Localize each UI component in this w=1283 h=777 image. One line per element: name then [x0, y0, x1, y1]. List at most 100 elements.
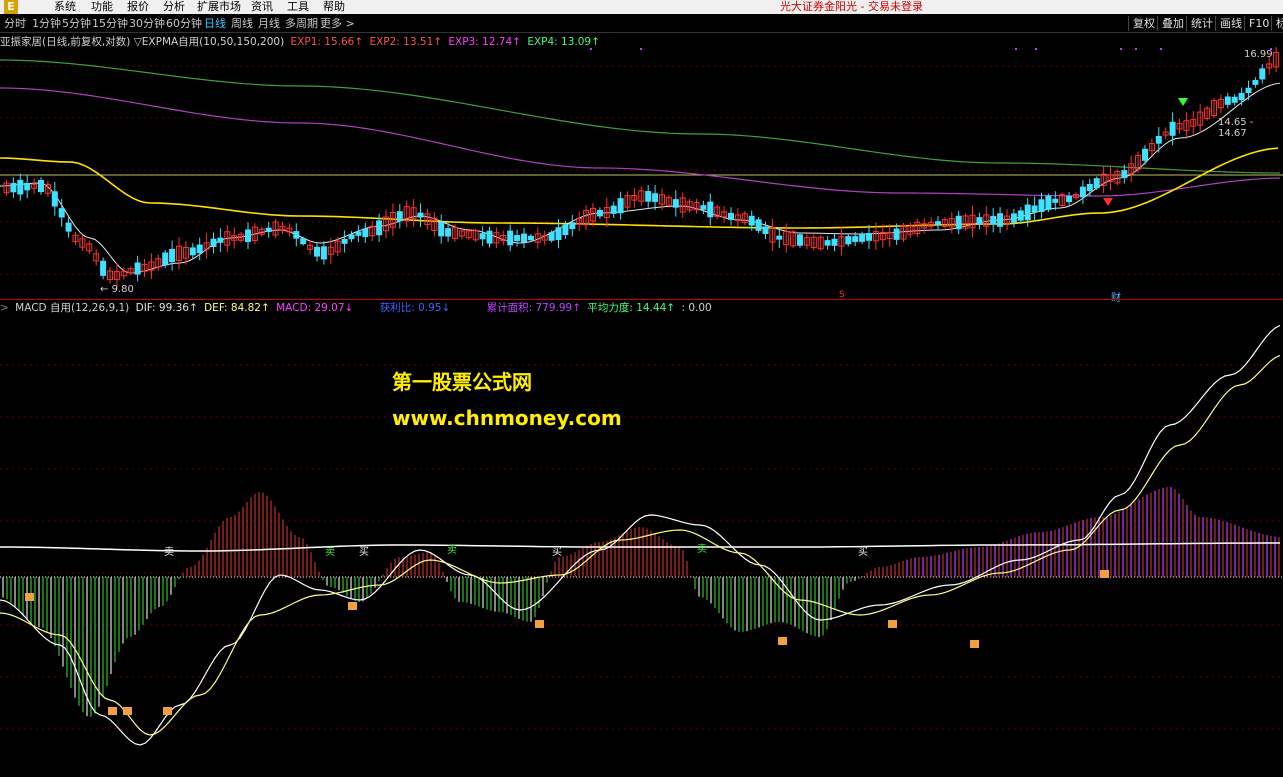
candle-down: [1238, 92, 1245, 101]
candle-down: [1066, 195, 1073, 203]
tab-5min[interactable]: 5分钟: [62, 16, 91, 31]
candle-down: [300, 238, 307, 245]
low-price-label: ← 9.80: [100, 284, 134, 295]
green-arrow-icon: [1178, 98, 1188, 106]
f10-button[interactable]: F10: [1244, 16, 1273, 31]
average-force-value: 平均力度: 14.44↑: [587, 302, 676, 314]
candle-down: [417, 212, 424, 218]
candle-down: [548, 232, 555, 241]
tab-multi-period[interactable]: 多周期: [285, 16, 318, 31]
candle-down: [479, 233, 486, 240]
tab-daily[interactable]: 日线: [204, 16, 226, 31]
menu-quote[interactable]: 报价: [127, 0, 149, 14]
candle-down: [617, 198, 624, 214]
tab-weekly[interactable]: 周线: [231, 16, 253, 31]
red-arrow-icon: [1103, 198, 1113, 206]
candle-down: [728, 212, 734, 220]
menubar: E 系统 功能 报价 分析 扩展市场 资讯 工具 帮助 光大证券金阳光 - 交易…: [0, 0, 1283, 14]
sell-signal-4: 卖: [697, 544, 707, 555]
menu-extended-market[interactable]: 扩展市场: [197, 0, 241, 14]
candle-down: [976, 217, 983, 225]
candle-down: [1031, 205, 1038, 213]
ema-10-line: [0, 82, 1281, 274]
kline-chart[interactable]: [0, 38, 1283, 300]
signal-baseline: [0, 542, 1281, 552]
money-bag-icon: [970, 640, 979, 648]
fuquan-button[interactable]: 复权: [1128, 16, 1159, 31]
candle-down: [486, 230, 493, 244]
candle-down: [1259, 68, 1266, 80]
buy-signal-2: 买: [552, 547, 562, 558]
draw-line-button[interactable]: 画线: [1215, 16, 1246, 31]
panel-divider[interactable]: [0, 299, 1283, 300]
watermark-url[interactable]: www.chnmoney.com: [392, 406, 622, 430]
app-logo-icon[interactable]: E: [4, 0, 18, 14]
money-bag-icon: [108, 707, 117, 715]
candle-down: [65, 222, 72, 232]
candle-down: [762, 226, 769, 235]
menu-news[interactable]: 资讯: [251, 0, 273, 14]
tab-30min[interactable]: 30分钟: [129, 16, 165, 31]
menu-function[interactable]: 功能: [91, 0, 113, 14]
candle-down: [852, 236, 859, 242]
candle-down: [1010, 213, 1017, 223]
candle-down: [362, 228, 369, 238]
marker-dot: [1035, 48, 1037, 50]
buy-signal-3: 买: [858, 547, 868, 558]
tab-60min[interactable]: 60分钟: [166, 16, 202, 31]
chevron-right-icon[interactable]: >: [0, 302, 9, 314]
tab-15min[interactable]: 15分钟: [92, 16, 128, 31]
def-value: DEF: 84.82↑: [204, 302, 270, 314]
mark-button[interactable]: 标: [1271, 16, 1283, 31]
marker-finance[interactable]: 财: [1111, 289, 1121, 304]
candle-down: [1121, 170, 1128, 179]
candle-down: [562, 224, 569, 236]
candle-down: [755, 219, 762, 231]
candle-down: [610, 205, 617, 214]
candle-down: [990, 215, 997, 225]
candle-down: [652, 193, 659, 202]
candle-down: [645, 191, 652, 202]
candle-down: [776, 235, 783, 240]
menu-analysis[interactable]: 分析: [163, 0, 185, 14]
tab-intraday[interactable]: 分时: [4, 16, 26, 31]
range-price-label: 14.65 - 14.67: [1218, 117, 1254, 139]
candle-down: [1045, 195, 1052, 210]
money-bag-icon: [1100, 570, 1109, 578]
candle-down: [355, 231, 362, 236]
ema-200-line: [0, 59, 1281, 174]
stats-button[interactable]: 统计: [1186, 16, 1217, 31]
tab-1min[interactable]: 1分钟: [32, 16, 61, 31]
candle-down: [341, 238, 348, 244]
low-price-value: 9.80: [111, 284, 134, 295]
candle-down: [672, 199, 679, 208]
menu-system[interactable]: 系统: [54, 0, 76, 14]
candle-down: [514, 235, 521, 241]
candle-down: [1169, 121, 1176, 136]
menu-tools[interactable]: 工具: [287, 0, 309, 14]
candle-down: [320, 246, 327, 260]
candle-down: [169, 248, 176, 263]
tab-monthly[interactable]: 月线: [258, 16, 280, 31]
candle-down: [707, 201, 714, 218]
candle-down: [527, 235, 534, 241]
tab-more[interactable]: 更多 >: [320, 16, 355, 31]
candle-down: [1038, 199, 1045, 212]
candle-down: [1086, 183, 1093, 192]
candle-down: [265, 227, 272, 232]
macd-chart[interactable]: [0, 315, 1283, 777]
candle-down: [893, 228, 900, 240]
candle-down: [935, 221, 941, 226]
profit-ratio-value: 获利比: 0.95↓: [379, 302, 451, 314]
candle-down: [314, 246, 320, 257]
macd-indicator-title[interactable]: MACD 自用(12,26,9,1): [15, 302, 129, 314]
candle-down: [521, 233, 527, 243]
overlay-button[interactable]: 叠加: [1157, 16, 1188, 31]
money-bag-icon: [163, 707, 172, 715]
candle-down: [955, 215, 962, 230]
marker-dot: [1015, 48, 1017, 50]
menu-help[interactable]: 帮助: [323, 0, 345, 14]
candle-down: [1142, 148, 1148, 161]
money-bag-icon: [348, 602, 357, 610]
candle-down: [555, 227, 562, 240]
